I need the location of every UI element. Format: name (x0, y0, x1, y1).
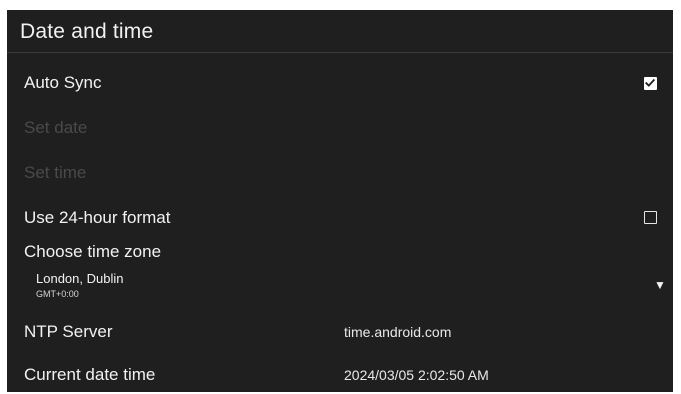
auto-sync-label[interactable]: Auto Sync (24, 73, 102, 93)
triangle-down-icon[interactable]: ▼ (654, 278, 666, 292)
ntp-server-label: NTP Server (24, 322, 113, 341)
choose-time-zone-label: Choose time zone (24, 242, 162, 261)
use-24-hour-label[interactable]: Use 24-hour format (24, 208, 170, 228)
time-zone-offset: GMT+0:00 (36, 289, 79, 299)
top-background-strip (0, 0, 681, 10)
checkmark-icon (645, 78, 656, 87)
ntp-server-value[interactable]: time.android.com (344, 324, 451, 340)
use-24-hour-checkbox[interactable] (644, 211, 657, 224)
date-time-dialog: Date and time Auto Sync Set date Set tim… (7, 10, 673, 392)
set-time-item[interactable]: Set time (24, 163, 86, 183)
auto-sync-checkbox[interactable] (644, 77, 657, 90)
current-date-time-label: Current date time (24, 365, 156, 384)
current-date-time-value: 2024/03/05 2:02:50 AM (344, 367, 489, 383)
set-date-item[interactable]: Set date (24, 118, 87, 138)
dialog-title-bar: Date and time (7, 10, 673, 53)
time-zone-city[interactable]: London, Dublin (36, 271, 123, 286)
dialog-title: Date and time (20, 20, 154, 43)
